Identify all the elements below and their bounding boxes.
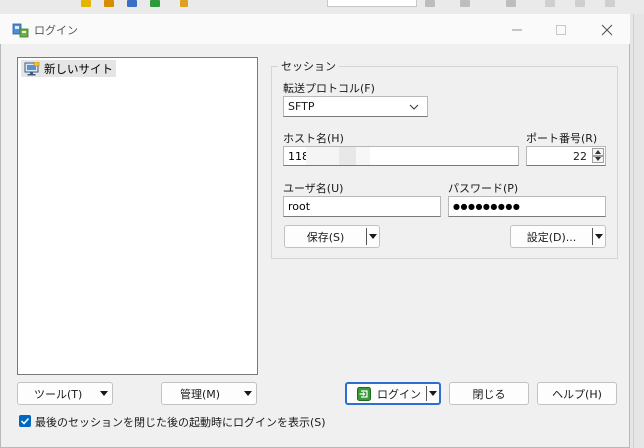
maximize-icon — [556, 25, 566, 35]
background-toolbar-icon — [127, 0, 137, 7]
site-tree[interactable]: 新しいサイト — [17, 57, 258, 375]
port-label: ポート番号(R) — [526, 132, 598, 145]
show-login-checkbox[interactable] — [19, 415, 31, 427]
background-toolbar-icon — [81, 0, 91, 7]
background-toolbar-icon — [425, 0, 435, 7]
background-toolbar-icon — [180, 0, 188, 7]
host-redaction — [356, 147, 370, 165]
username-input[interactable]: root — [283, 196, 441, 217]
help-button-label: ヘルプ(H) — [552, 387, 602, 401]
chevron-down-icon — [369, 234, 377, 239]
new-site-monitor-icon — [24, 62, 40, 76]
chevron-down-icon — [100, 391, 108, 396]
background-toolbar-icon — [605, 0, 615, 7]
login-icon — [357, 386, 371, 401]
manage-button[interactable]: 管理(M) — [161, 382, 257, 405]
background-window-edge — [630, 14, 644, 448]
tools-button-label: ツール(T) — [34, 387, 83, 401]
background-divider — [633, 14, 634, 448]
site-tree-item-new-site[interactable]: 新しいサイト — [21, 60, 116, 77]
tools-button[interactable]: ツール(T) — [17, 382, 113, 405]
advanced-settings-label: 設定(D)... — [526, 230, 577, 244]
port-spin-arrows[interactable] — [592, 148, 604, 163]
password-input[interactable]: ●●●●●●●●● — [448, 196, 606, 217]
help-button[interactable]: ヘルプ(H) — [537, 382, 617, 405]
host-redaction — [339, 147, 357, 165]
advanced-settings-button[interactable]: 設定(D)... — [510, 225, 606, 248]
login-button-label: ログイン — [377, 387, 421, 401]
manage-button-label: 管理(M) — [180, 387, 221, 401]
port-stepper[interactable]: 22 — [526, 146, 606, 166]
protocol-label: 転送プロトコル(F) — [283, 82, 375, 95]
port-value: 22 — [573, 150, 587, 163]
host-redaction — [306, 147, 340, 165]
winscp-app-icon — [12, 22, 30, 38]
chevron-down-icon — [429, 391, 437, 396]
save-dropdown-arrow[interactable] — [367, 226, 379, 247]
background-toolbar-icon — [104, 0, 114, 7]
checkmark-icon — [20, 417, 30, 425]
password-label: パスワード(P) — [448, 182, 519, 195]
maximize-button[interactable] — [538, 16, 584, 44]
host-label: ホスト名(H) — [283, 132, 344, 145]
minimize-button[interactable] — [494, 16, 540, 44]
chevron-down-icon — [595, 234, 603, 239]
username-value: root — [288, 200, 311, 213]
window-title: ログイン — [34, 24, 78, 37]
spin-up-icon[interactable] — [592, 148, 604, 156]
save-button-label: 保存(S) — [306, 230, 345, 244]
background-toolbar-icon — [506, 0, 516, 7]
close-window-button[interactable] — [584, 16, 630, 44]
login-dropdown-arrow[interactable] — [427, 384, 439, 403]
advanced-dropdown-arrow[interactable] — [593, 226, 605, 247]
save-button[interactable]: 保存(S) — [284, 225, 380, 248]
chevron-down-icon — [244, 391, 252, 396]
login-button-main[interactable]: ログイン — [347, 384, 426, 403]
site-tree-item-label: 新しいサイト — [44, 62, 113, 76]
close-button[interactable]: 閉じる — [449, 382, 529, 405]
spin-down-icon[interactable] — [592, 155, 604, 163]
background-toolbar-icon — [150, 0, 160, 7]
chevron-down-icon — [407, 100, 421, 114]
login-button[interactable]: ログイン — [345, 382, 441, 405]
background-toolbar-icon — [575, 0, 585, 7]
background-field — [327, 0, 417, 7]
background-toolbar-icon — [460, 0, 470, 7]
background-toolbar-icon — [545, 0, 555, 7]
password-value: ●●●●●●●●● — [453, 202, 521, 211]
close-icon — [601, 24, 613, 36]
session-group-title: セッション — [278, 58, 339, 74]
protocol-value: SFTP — [288, 100, 315, 113]
show-login-checkbox-label[interactable]: 最後のセッションを閉じた後の起動時にログインを表示(S) — [35, 414, 326, 430]
minimize-icon — [512, 29, 522, 31]
close-button-label: 閉じる — [472, 387, 506, 401]
username-label: ユーザ名(U) — [283, 182, 344, 195]
protocol-select[interactable]: SFTP — [283, 96, 428, 117]
